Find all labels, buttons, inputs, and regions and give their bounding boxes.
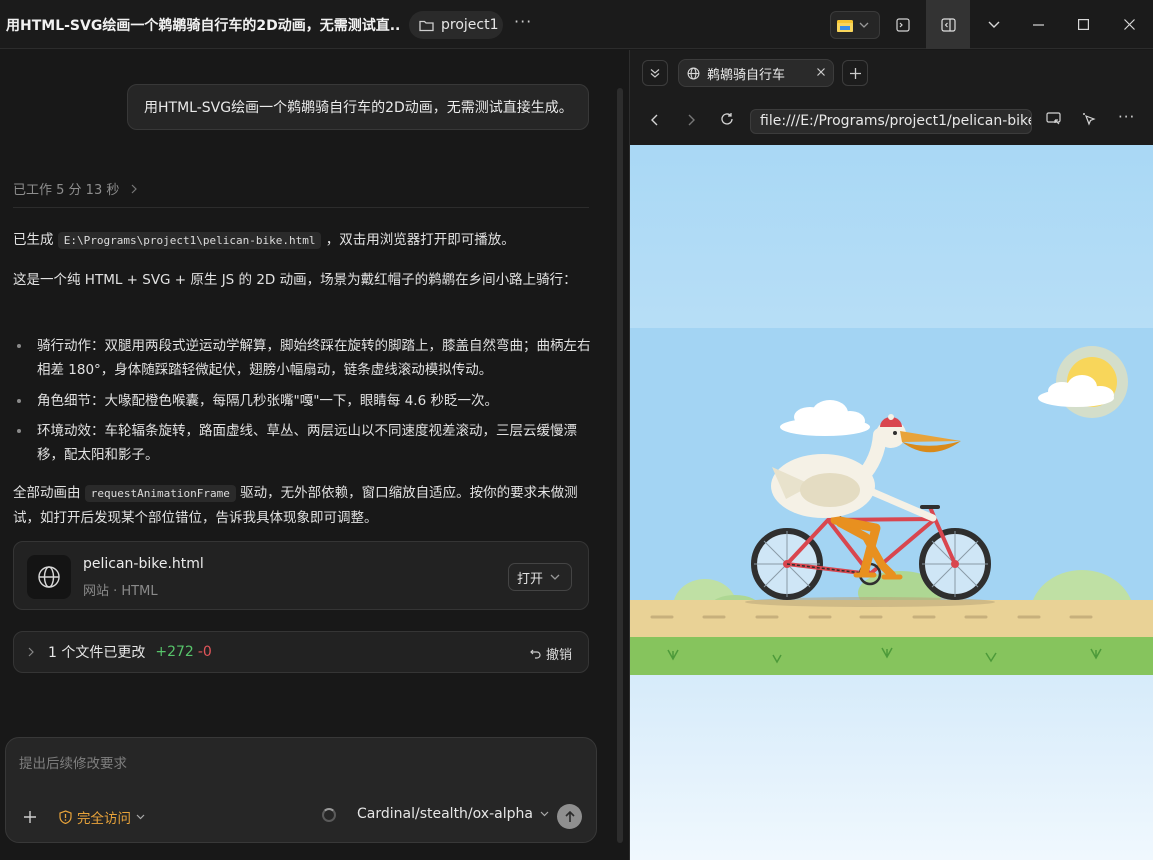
model-select[interactable]: Cardinal/stealth/ox-alpha — [357, 806, 549, 822]
file-icon-box — [27, 555, 71, 599]
reload-icon — [721, 113, 733, 125]
web-content-viewport — [630, 145, 1153, 860]
collapse-tabs-button[interactable] — [642, 60, 668, 86]
sky-top — [630, 145, 1153, 328]
address-bar[interactable]: file:///E:/Programs/project1/pelican-bik… — [750, 109, 1032, 134]
composer[interactable]: 提出后续修改要求 完全访问 Cardinal/stealth/ox-alpha — [5, 737, 597, 843]
grass — [630, 637, 1153, 675]
maximize-icon — [1077, 19, 1089, 30]
navigation-bar: file:///E:/Programs/project1/pelican-bik… — [630, 100, 1153, 144]
globe-icon — [687, 67, 700, 79]
chevron-left-icon — [651, 114, 658, 126]
new-tab-button[interactable] — [842, 60, 868, 86]
explorer-folder-icon — [837, 19, 853, 32]
open-label: 打开 — [517, 571, 544, 587]
side-panel-icon — [940, 17, 956, 32]
close-window-button[interactable] — [1108, 0, 1150, 49]
terminal-icon — [896, 17, 910, 32]
work-duration-toggle[interactable]: 已工作 5 分 13 秒 — [13, 179, 138, 198]
chevron-down-icon — [988, 21, 1000, 28]
file-type: 网站 · HTML — [83, 584, 158, 599]
chevron-down-icon — [540, 811, 549, 817]
minimize-icon — [1032, 23, 1044, 26]
changed-files-label: 1 个文件已更改 — [48, 645, 146, 661]
text: 全部动画由 — [13, 485, 85, 501]
browser-menu-button[interactable]: ··· — [1118, 108, 1135, 126]
plus-icon — [849, 67, 861, 79]
project-name: project1 — [441, 17, 499, 33]
loading-spinner-icon — [322, 808, 336, 822]
chevron-right-icon — [28, 647, 34, 657]
pelican-animation-scene — [630, 145, 1153, 860]
close-icon — [1123, 19, 1135, 30]
lines-added: +272 — [155, 644, 194, 660]
list-item: 环境动效：车轮辐条旋转，路面虚线、草丛、两层远山以不同速度视差滚动，三层云缓慢漂… — [13, 419, 593, 467]
undo-label: 撤销 — [545, 648, 572, 663]
chevron-down-icon — [550, 574, 560, 580]
chevron-right-icon — [131, 184, 138, 193]
more-options-button[interactable]: ··· — [514, 12, 532, 31]
access-level-select[interactable]: 完全访问 — [59, 807, 145, 827]
maximize-button[interactable] — [1063, 0, 1103, 49]
access-label: 完全访问 — [77, 811, 131, 827]
pick-element-button[interactable] — [1082, 112, 1097, 131]
changed-files-summary[interactable]: 1 个文件已更改 +272 -0 撤销 — [13, 631, 589, 673]
window-title: 用HTML-SVG绘画一个鹈鹕骑自行车的2D动画，无需测试直... — [6, 18, 401, 34]
divider — [13, 207, 589, 208]
chat-scrollbar[interactable] — [617, 88, 623, 843]
open-file-button[interactable]: 打开 — [508, 563, 572, 591]
api-code: requestAnimationFrame — [84, 485, 236, 502]
dropdown-button[interactable] — [976, 0, 1012, 49]
undo-icon — [530, 649, 541, 659]
reload-button[interactable] — [720, 112, 734, 130]
shield-warning-icon — [59, 810, 72, 824]
file-name: pelican-bike.html — [83, 556, 204, 572]
model-name: Cardinal/stealth/ox-alpha — [357, 806, 533, 822]
close-icon — [817, 68, 825, 76]
terminal-toggle-button[interactable] — [886, 0, 920, 49]
side-panel-toggle-button[interactable] — [926, 0, 970, 49]
close-tab-button[interactable] — [817, 65, 825, 80]
composer-input[interactable]: 提出后续修改要求 — [19, 752, 127, 772]
lines-removed: -0 — [197, 644, 212, 660]
response-paragraph-3: 全部动画由 requestAnimationFrame 驱动，无外部依赖，窗口缩… — [13, 481, 593, 530]
lower-sky — [630, 675, 1153, 860]
forward-button[interactable] — [688, 112, 695, 130]
work-duration-label: 已工作 5 分 13 秒 — [13, 183, 120, 198]
cursor-sparkle-icon — [1083, 113, 1096, 126]
open-in-explorer-select[interactable] — [830, 11, 880, 39]
project-selector[interactable]: project1 — [409, 11, 503, 39]
screen-cast-icon — [1046, 112, 1061, 125]
add-attachment-button[interactable] — [24, 806, 36, 828]
tab-title: 鹈鹕骑自行车 — [707, 67, 786, 83]
plus-icon — [24, 811, 36, 823]
folder-icon — [419, 20, 434, 31]
response-paragraph-1: 已生成 E:\Programs\project1\pelican-bike.ht… — [13, 228, 593, 253]
list-item: 角色细节：大喙配橙色喉囊，每隔几秒张嘴"嘎"一下，眼睛每 4.6 秒眨一次。 — [13, 389, 593, 413]
tab-bar: 鹈鹕骑自行车 — [630, 50, 1153, 96]
arrow-up-icon — [564, 810, 575, 822]
double-chevron-down-icon — [650, 69, 660, 78]
undo-button[interactable]: 撤销 — [530, 644, 572, 663]
text: 已生成 — [13, 232, 58, 248]
title-bar: 用HTML-SVG绘画一个鹈鹕骑自行车的2D动画，无需测试直... projec… — [0, 0, 1153, 49]
user-message: 用HTML-SVG绘画一个鹈鹕骑自行车的2D动画，无需测试直接生成。 — [127, 84, 589, 130]
send-button[interactable] — [557, 804, 582, 829]
chevron-down-icon — [136, 814, 145, 820]
text: ，双击用浏览器打开即可播放。 — [321, 232, 515, 248]
globe-icon — [38, 566, 60, 588]
response-paragraph-2: 这是一个纯 HTML + SVG + 原生 JS 的 2D 动画，场景为戴红帽子… — [13, 272, 577, 288]
chevron-right-icon — [688, 114, 695, 126]
minimize-button[interactable] — [1018, 0, 1058, 49]
back-button[interactable] — [651, 112, 658, 130]
screen-cast-button[interactable] — [1046, 112, 1062, 130]
list-item: 骑行动作：双腿用两段式逆运动学解算，脚始终踩在旋转的脚踏上，膝盖自然弯曲；曲柄左… — [13, 334, 593, 382]
file-card[interactable]: pelican-bike.html 网站 · HTML 打开 — [13, 541, 589, 610]
file-path-code: E:\Programs\project1\pelican-bike.html — [57, 232, 322, 249]
chevron-down-icon — [859, 22, 869, 28]
browser-tab[interactable]: 鹈鹕骑自行车 — [678, 59, 834, 87]
